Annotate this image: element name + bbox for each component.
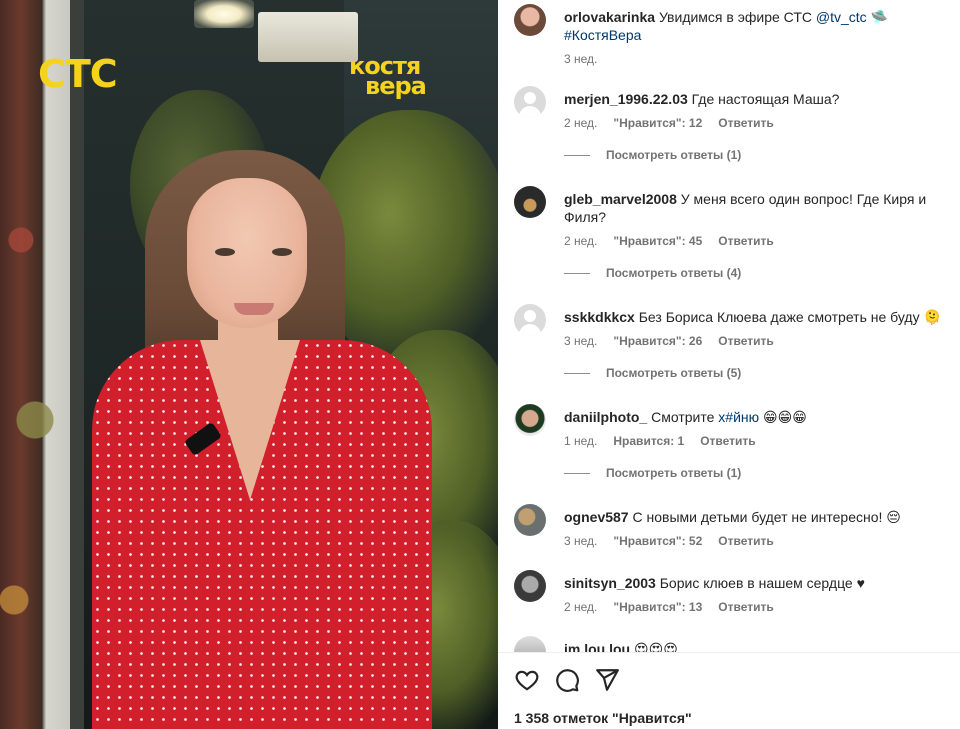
caption-emoji: 🛸 <box>870 9 888 25</box>
likes-count[interactable]: "Нравится": 13 <box>613 600 702 614</box>
username[interactable]: gleb_marvel2008 <box>564 191 677 207</box>
likes-count[interactable]: "Нравится": 26 <box>613 334 702 348</box>
post-media[interactable]: СТС костя вера <box>0 0 498 729</box>
likes-count[interactable]: "Нравится": 45 <box>613 234 702 248</box>
timestamp: 2 нед. <box>564 600 598 614</box>
divider <box>564 372 590 374</box>
comment-icon[interactable] <box>554 667 580 693</box>
timestamp: 2 нед. <box>564 234 598 248</box>
likes-total[interactable]: 1 358 отметок "Нравится" <box>514 710 692 726</box>
divider <box>564 154 590 156</box>
comment-link[interactable]: х#йню <box>718 409 759 425</box>
comment-emoji: 😁😁😁 <box>763 409 807 425</box>
reply-button[interactable]: Ответить <box>718 334 773 348</box>
comment: daniilphoto_ Смотрите х#йню 😁😁😁 1 нед. Н… <box>514 404 944 480</box>
view-replies-label: Посмотреть ответы (1) <box>606 466 742 480</box>
username[interactable]: sskkdkkcx <box>564 309 635 325</box>
view-replies-label: Посмотреть ответы (1) <box>606 148 742 162</box>
username[interactable]: orlovakarinka <box>564 9 655 25</box>
eye <box>215 248 235 256</box>
action-bar: 1 358 отметок "Нравится" <box>498 652 960 729</box>
caption-text: Увидимся в эфире СТС <box>658 9 812 25</box>
comment-text: Где настоящая Маша? <box>691 91 840 107</box>
avatar[interactable] <box>514 186 546 218</box>
reply-button[interactable]: Ответить <box>718 234 773 248</box>
divider <box>564 472 590 474</box>
eye <box>272 248 292 256</box>
username[interactable]: ognev587 <box>564 509 629 525</box>
username[interactable]: daniilphoto_ <box>564 409 647 425</box>
timestamp: 3 нед. <box>564 52 598 66</box>
smile <box>234 303 274 315</box>
timestamp: 3 нед. <box>564 534 598 548</box>
username[interactable]: merjen_1996.22.03 <box>564 91 688 107</box>
wallpaper-pattern <box>0 120 70 720</box>
reply-button[interactable]: Ответить <box>718 116 773 130</box>
comment-text: Без Бориса Клюева даже смотреть не буду … <box>638 309 941 325</box>
comment: gleb_marvel2008 У меня всего один вопрос… <box>514 186 944 280</box>
avatar[interactable] <box>514 304 546 336</box>
studio-light <box>258 12 358 62</box>
comment: sinitsyn_2003 Борис клюев в нашем сердце… <box>514 570 944 614</box>
username[interactable]: sinitsyn_2003 <box>564 575 656 591</box>
mention-link[interactable]: @tv_ctc <box>816 9 867 25</box>
show-logo: костя вера <box>349 54 427 98</box>
view-replies-label: Посмотреть ответы (5) <box>606 366 742 380</box>
comment-text: Борис клюев в нашем сердце ♥ <box>659 575 865 591</box>
view-replies-label: Посмотреть ответы (4) <box>606 266 742 280</box>
heart-icon[interactable] <box>514 667 540 693</box>
view-replies-button[interactable]: Посмотреть ответы (5) <box>564 366 944 380</box>
action-icons <box>514 667 620 693</box>
view-replies-button[interactable]: Посмотреть ответы (1) <box>564 466 944 480</box>
view-replies-button[interactable]: Посмотреть ответы (4) <box>564 266 944 280</box>
likes-count[interactable]: Нравится: 1 <box>613 434 684 448</box>
timestamp: 1 нед. <box>564 434 598 448</box>
likes-count[interactable]: "Нравится": 52 <box>613 534 702 548</box>
timestamp: 2 нед. <box>564 116 598 130</box>
comment-text: С новыми детьми будет не интересно! 😔 <box>632 509 901 525</box>
avatar[interactable] <box>514 504 546 536</box>
avatar[interactable] <box>514 570 546 602</box>
hashtag-link[interactable]: #КостяВера <box>564 27 641 43</box>
avatar[interactable] <box>514 86 546 118</box>
reply-button[interactable]: Ответить <box>718 600 773 614</box>
comment-text: Смотрите <box>651 409 715 425</box>
comments-panel: orlovakarinka Увидимся в эфире СТС @tv_c… <box>498 0 960 729</box>
window-frame <box>70 0 84 729</box>
likes-count[interactable]: "Нравится": 12 <box>613 116 702 130</box>
post-caption: orlovakarinka Увидимся в эфире СТС @tv_c… <box>514 4 944 66</box>
channel-logo: СТС <box>38 52 118 96</box>
comment: ognev587 С новыми детьми будет не интере… <box>514 504 944 548</box>
share-icon[interactable] <box>594 667 620 693</box>
comment: sskkdkkcx Без Бориса Клюева даже смотрет… <box>514 304 944 380</box>
divider <box>564 272 590 274</box>
timestamp: 3 нед. <box>564 334 598 348</box>
studio-lamp <box>194 0 254 28</box>
reply-button[interactable]: Ответить <box>700 434 755 448</box>
reply-button[interactable]: Ответить <box>718 534 773 548</box>
avatar[interactable] <box>514 404 546 436</box>
view-replies-button[interactable]: Посмотреть ответы (1) <box>564 148 944 162</box>
avatar[interactable] <box>514 4 546 36</box>
comment: merjen_1996.22.03 Где настоящая Маша? 2 … <box>514 86 944 162</box>
